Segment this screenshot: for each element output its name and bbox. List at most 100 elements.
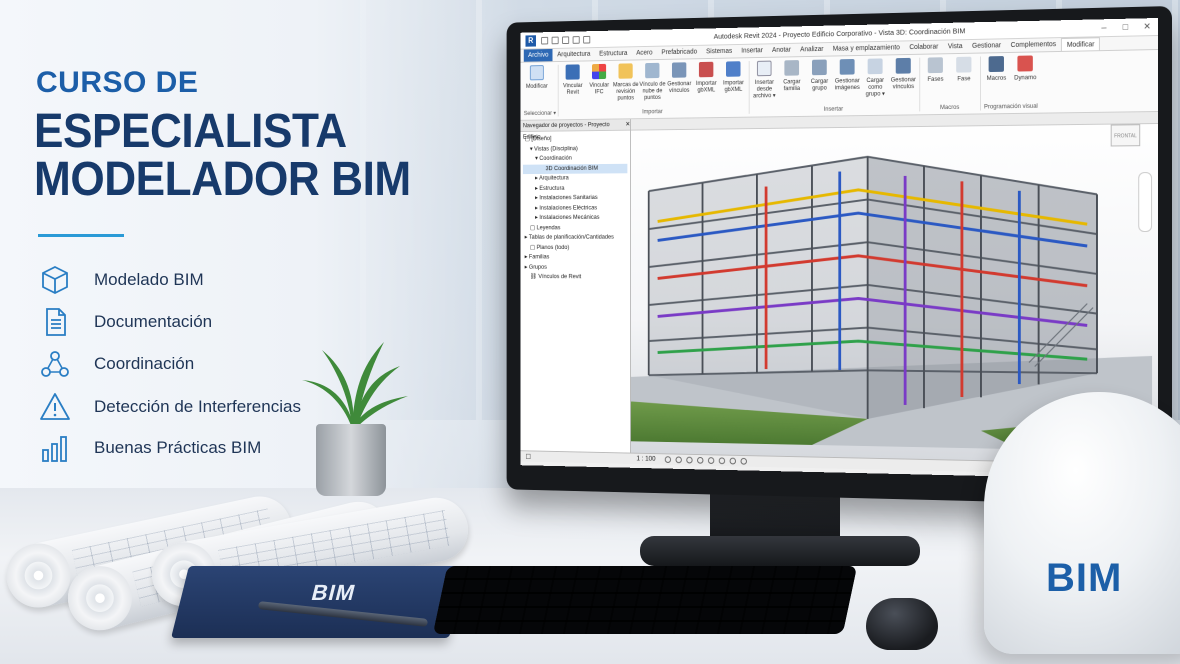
point-cloud-icon: [645, 62, 660, 79]
ribbon-group-import: Vincular Revit Vincular IFC Marcas de re…: [559, 61, 750, 117]
tab-insertar[interactable]: Insertar: [737, 44, 768, 57]
maximize-icon[interactable]: □: [1115, 21, 1137, 32]
revision-icon: [618, 63, 633, 79]
revision-marks-button[interactable]: Marcas de revisión puntos: [612, 63, 639, 101]
phases-icon: [927, 57, 944, 74]
phase-icon: [956, 56, 972, 73]
select-dropdown[interactable]: Seleccionar ▾: [524, 108, 556, 117]
tree-item[interactable]: ▸ Grupos: [523, 263, 627, 273]
tab-gestionar[interactable]: Gestionar: [967, 39, 1006, 53]
ribbon-group-select: Modificar Seleccionar ▾: [523, 64, 559, 117]
manage-links-button-2[interactable]: Gestionar vínculos: [889, 57, 917, 97]
ribbon-group-insert: Insertar desde archivo ▾ Cargar familia …: [750, 57, 921, 114]
import-gbxml-button-2[interactable]: Importar gbXML: [720, 61, 747, 100]
course-title: ESPECIALISTA MODELADOR BIM: [34, 108, 411, 204]
visual-style-icon[interactable]: [675, 456, 682, 464]
tab-colaborar[interactable]: Colaborar: [905, 41, 943, 54]
bar-chart-icon: [38, 431, 72, 465]
feature-item: Buenas Prácticas BIM: [38, 431, 261, 465]
feature-item: Detección de Interferencias: [38, 390, 301, 424]
temp-hide-icon[interactable]: [729, 457, 736, 465]
tree-item[interactable]: ▸ Familias: [523, 253, 627, 263]
ribbon-group-visual-programming: Macros Dynamo Programación visual: [982, 55, 1042, 110]
cursor-icon: [529, 65, 544, 81]
plant-pot: [316, 424, 386, 496]
point-cloud-button[interactable]: Vínculo de nube de puntos: [639, 62, 666, 101]
feature-label: Modelado BIM: [94, 270, 204, 289]
crop-view-icon[interactable]: [707, 457, 714, 464]
tab-complementos[interactable]: Complementos: [1006, 38, 1061, 52]
lock-3d-icon[interactable]: [718, 457, 725, 465]
keyboard: [432, 566, 858, 634]
load-group-button[interactable]: Cargar grupo: [806, 59, 834, 98]
tab-modificar[interactable]: Modificar: [1060, 37, 1101, 51]
phase-button[interactable]: Fase: [950, 56, 979, 83]
course-title-line2: MODELADOR BIM: [34, 153, 411, 206]
tree-item[interactable]: ⛓ Vínculos de Revit: [523, 272, 627, 282]
tab-archivo[interactable]: Archivo: [523, 48, 553, 62]
reveal-hidden-icon[interactable]: [740, 457, 747, 465]
view-control-bar: [664, 456, 747, 465]
browser-tree: ▢ [Diseño] ▾ Vistas (Disciplina) ▾ Coord…: [520, 131, 630, 453]
manage-links-button[interactable]: Gestionar vínculos: [666, 62, 693, 101]
tab-masa-emplazamiento[interactable]: Masa y emplazamiento: [828, 41, 905, 55]
tree-item[interactable]: ▢ Planos (todo): [523, 243, 627, 253]
revit-logo[interactable]: R: [525, 34, 536, 47]
save-icon[interactable]: [551, 36, 559, 44]
tree-item[interactable]: ▸ Instalaciones Mecánicas: [523, 213, 627, 223]
tree-item[interactable]: ▸ Instalaciones Sanitarias: [523, 193, 627, 203]
insert-from-file-button[interactable]: Insertar desde archivo ▾: [751, 60, 778, 99]
manage-links-icon: [895, 57, 911, 74]
sun-path-icon[interactable]: [686, 456, 693, 464]
document-icon: [38, 305, 72, 339]
visual-group-label: Programación visual: [983, 102, 1038, 111]
hard-hat: [984, 392, 1180, 654]
link-ifc-button[interactable]: Vincular IFC: [586, 63, 612, 102]
checkbox-icon[interactable]: ☐: [526, 453, 531, 461]
import-gbxml-button[interactable]: Importar gbXML: [693, 61, 720, 101]
tab-anotar[interactable]: Anotar: [767, 44, 795, 57]
close-icon[interactable]: ✕: [625, 119, 630, 129]
tab-vista[interactable]: Vista: [943, 40, 967, 53]
open-icon[interactable]: [541, 36, 549, 45]
dynamo-button[interactable]: Dynamo: [1011, 55, 1040, 81]
tab-prefabricado[interactable]: Prefabricado: [657, 46, 702, 59]
image-icon: [839, 58, 855, 75]
feature-label: Detección de Interferencias: [94, 397, 301, 416]
feature-item: Coordinación: [38, 347, 194, 381]
tree-item[interactable]: ▸ Instalaciones Eléctricas: [523, 203, 627, 213]
modify-button[interactable]: Modificar: [524, 65, 550, 90]
tree-item[interactable]: ▸ Estructura: [523, 183, 627, 194]
phases-button[interactable]: Fases: [921, 57, 949, 83]
close-icon[interactable]: ✕: [1136, 21, 1158, 32]
gbxml-icon: [699, 61, 714, 78]
redo-icon[interactable]: [572, 35, 580, 44]
detail-level-icon[interactable]: [664, 456, 671, 463]
shadows-icon[interactable]: [696, 456, 704, 464]
minimize-icon[interactable]: –: [1093, 22, 1115, 33]
tree-item[interactable]: ▸ Tablas de planificación/Cantidades: [523, 233, 627, 243]
macros-button[interactable]: Macros: [982, 56, 1011, 82]
view-scale[interactable]: 1 : 100: [636, 456, 655, 463]
monitor-base: [640, 536, 920, 566]
import-group-label: Importar: [642, 108, 663, 116]
plant-icon: [302, 342, 408, 428]
tab-estructura[interactable]: Estructura: [595, 47, 632, 60]
tab-arquitectura[interactable]: Arquitectura: [553, 48, 595, 61]
course-pretitle: CURSO DE: [36, 66, 199, 99]
undo-icon[interactable]: [562, 35, 570, 44]
window-controls: – □ ✕: [1093, 21, 1158, 33]
tab-acero[interactable]: Acero: [632, 47, 657, 60]
tab-analizar[interactable]: Analizar: [796, 43, 829, 56]
quick-access-toolbar: [541, 35, 591, 45]
manage-images-button[interactable]: Gestionar imágenes: [833, 58, 861, 98]
print-icon[interactable]: [583, 35, 591, 44]
hard-hat-label: BIM: [1046, 556, 1123, 600]
macros-icon: [988, 56, 1005, 73]
link-revit-icon: [565, 64, 580, 80]
load-family-button[interactable]: Cargar familia: [778, 60, 806, 99]
link-revit-button[interactable]: Vincular Revit: [560, 64, 586, 102]
load-as-group-button[interactable]: Cargar como grupo ▾: [861, 58, 889, 98]
tab-sistemas[interactable]: Sistemas: [702, 45, 737, 58]
tree-item[interactable]: ▢ Leyendas: [523, 223, 627, 233]
